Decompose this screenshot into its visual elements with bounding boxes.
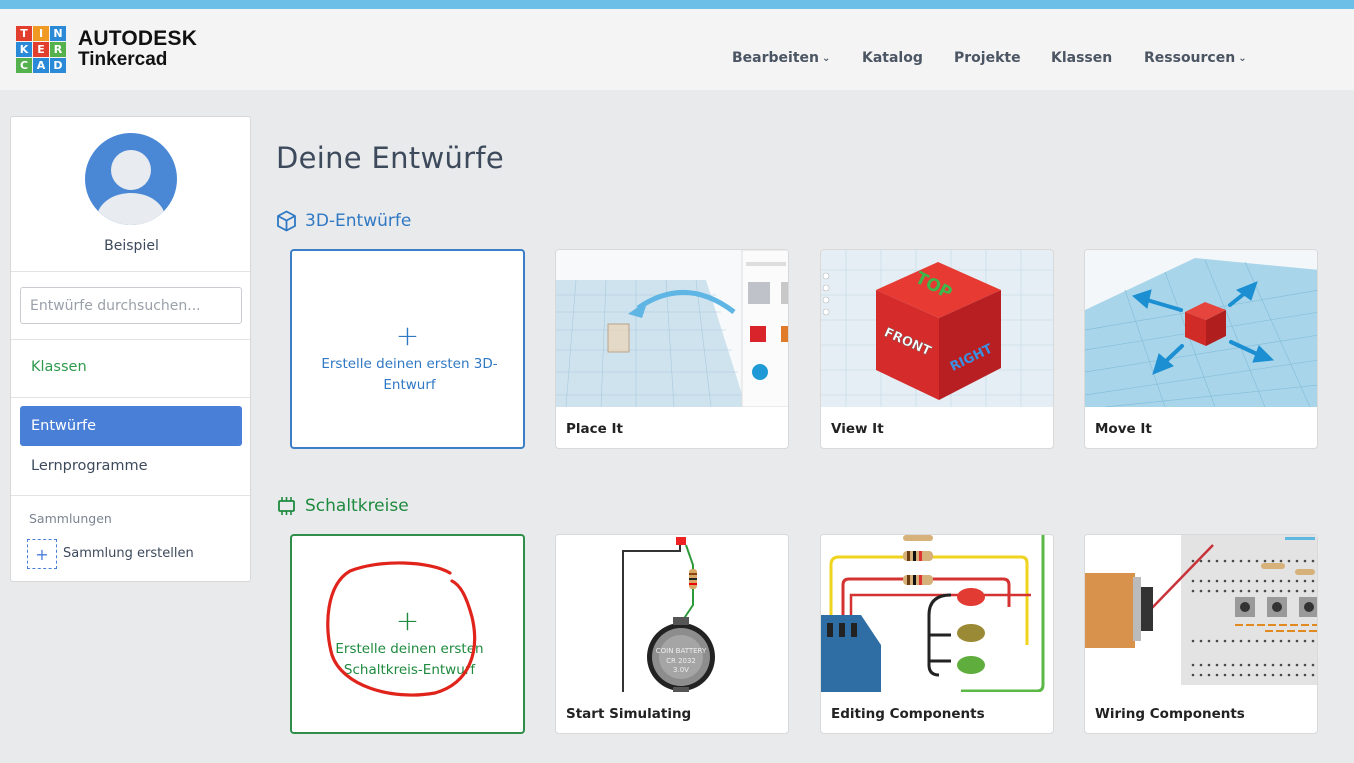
card-thumbnail (1085, 250, 1317, 407)
logo-letter: E (33, 42, 49, 57)
section-3d-designs[interactable]: 3D-Entwürfe (276, 209, 411, 233)
header: T I N K E R C A D AUTODESK Tinkercad Bea… (0, 9, 1354, 90)
nav-classes[interactable]: Klassen (1051, 50, 1112, 70)
card-thumbnail: COIN BATTERY CR 2032 3.0V (556, 535, 788, 692)
battery-label-2: CR 2032 (666, 657, 696, 665)
nav-catalog-label: Katalog (862, 50, 923, 66)
card-thumbnail (1085, 535, 1317, 692)
section-circuits[interactable]: Schaltkreise (276, 494, 409, 518)
battery-label-1: COIN BATTERY (656, 647, 707, 655)
chip-icon (278, 497, 295, 515)
sidebar-item-designs[interactable]: Entwürfe (20, 406, 242, 446)
divider (11, 495, 250, 496)
design-card-wiring-components[interactable]: Wiring Components (1084, 534, 1318, 734)
card-title: Start Simulating (566, 706, 692, 722)
search-input[interactable] (20, 287, 242, 324)
create-3d-design-button[interactable]: + Erstelle deinen ersten 3D-Entwurf (290, 249, 525, 449)
card-title: View It (831, 421, 884, 437)
card-title: Editing Components (831, 706, 985, 722)
nav-resources[interactable]: Ressourcen ⌄ (1144, 50, 1247, 70)
wiring-components-thumbnail (1085, 535, 1317, 692)
divider (11, 397, 250, 398)
card-title: Wiring Components (1095, 706, 1245, 722)
logo-letter: A (33, 58, 49, 73)
tinkercad-logo[interactable]: T I N K E R C A D (16, 26, 66, 74)
divider (11, 339, 250, 340)
create-3d-design-label: Erstelle deinen ersten 3D-Entwurf (321, 356, 498, 393)
sidebar: Beispiel Klassen Entwürfe Lernprogramme … (10, 116, 251, 582)
username: Beispiel (104, 238, 159, 254)
logo-letter: N (50, 26, 66, 41)
battery-label-3: 3.0V (673, 666, 689, 674)
card-title: Move It (1095, 421, 1152, 437)
avatar[interactable] (85, 133, 177, 225)
card-thumbnail: TOP FRONT RIGHT (821, 250, 1053, 407)
nav-edit[interactable]: Bearbeiten ⌄ (732, 50, 830, 70)
move-it-thumbnail (1085, 250, 1317, 407)
start-simulating-thumbnail: COIN BATTERY CR 2032 3.0V (556, 535, 788, 692)
chevron-down-icon: ⌄ (1238, 53, 1247, 64)
design-card-start-simulating[interactable]: COIN BATTERY CR 2032 3.0V Start Simulati… (555, 534, 789, 734)
logo-letter: T (16, 26, 32, 41)
chevron-down-icon: ⌄ (822, 53, 831, 64)
view-it-thumbnail: TOP FRONT RIGHT (821, 250, 1053, 407)
add-collection-button[interactable]: + (27, 539, 57, 569)
nav-projects[interactable]: Projekte (954, 50, 1021, 70)
brand-tinkercad: Tinkercad (78, 49, 168, 70)
sidebar-item-tutorials[interactable]: Lernprogramme (31, 458, 148, 474)
sidebar-item-classes[interactable]: Klassen (31, 359, 87, 375)
card-thumbnail (556, 250, 788, 407)
place-it-thumbnail (556, 250, 788, 407)
avatar-head-shape (111, 150, 151, 190)
brand-name[interactable]: AUTODESK Tinkercad (78, 28, 197, 69)
design-card-view-it[interactable]: TOP FRONT RIGHT View It (820, 249, 1054, 449)
brand-autodesk: AUTODESK (78, 27, 198, 50)
nav-projects-label: Projekte (954, 50, 1021, 66)
editing-components-thumbnail (821, 535, 1053, 692)
design-card-move-it[interactable]: Move It (1084, 249, 1318, 449)
red-circle-annotation (326, 561, 477, 697)
section-circuits-heading: Schaltkreise (305, 496, 409, 516)
section-3d-heading: 3D-Entwürfe (305, 211, 412, 231)
logo-letter: D (50, 58, 66, 73)
page-title: Deine Entwürfe (276, 141, 505, 175)
card-title: Place It (566, 421, 623, 437)
add-collection-label[interactable]: Sammlung erstellen (63, 546, 194, 561)
logo-letter: R (50, 42, 66, 57)
top-accent-bar (0, 0, 1354, 9)
logo-letter: C (16, 58, 32, 73)
design-card-place-it[interactable]: Place It (555, 249, 789, 449)
collections-heading: Sammlungen (29, 511, 112, 526)
logo-letter: I (33, 26, 49, 41)
logo-letter: K (16, 42, 32, 57)
nav-edit-label: Bearbeiten (732, 50, 819, 66)
divider (11, 271, 250, 272)
nav-resources-label: Ressourcen (1144, 50, 1236, 66)
card-thumbnail (821, 535, 1053, 692)
plus-icon: + (395, 319, 420, 352)
design-card-editing-components[interactable]: Editing Components (820, 534, 1054, 734)
cube-icon (277, 210, 296, 232)
avatar-body-shape (97, 193, 165, 225)
nav-catalog[interactable]: Katalog (862, 50, 923, 70)
nav-classes-label: Klassen (1051, 50, 1113, 66)
